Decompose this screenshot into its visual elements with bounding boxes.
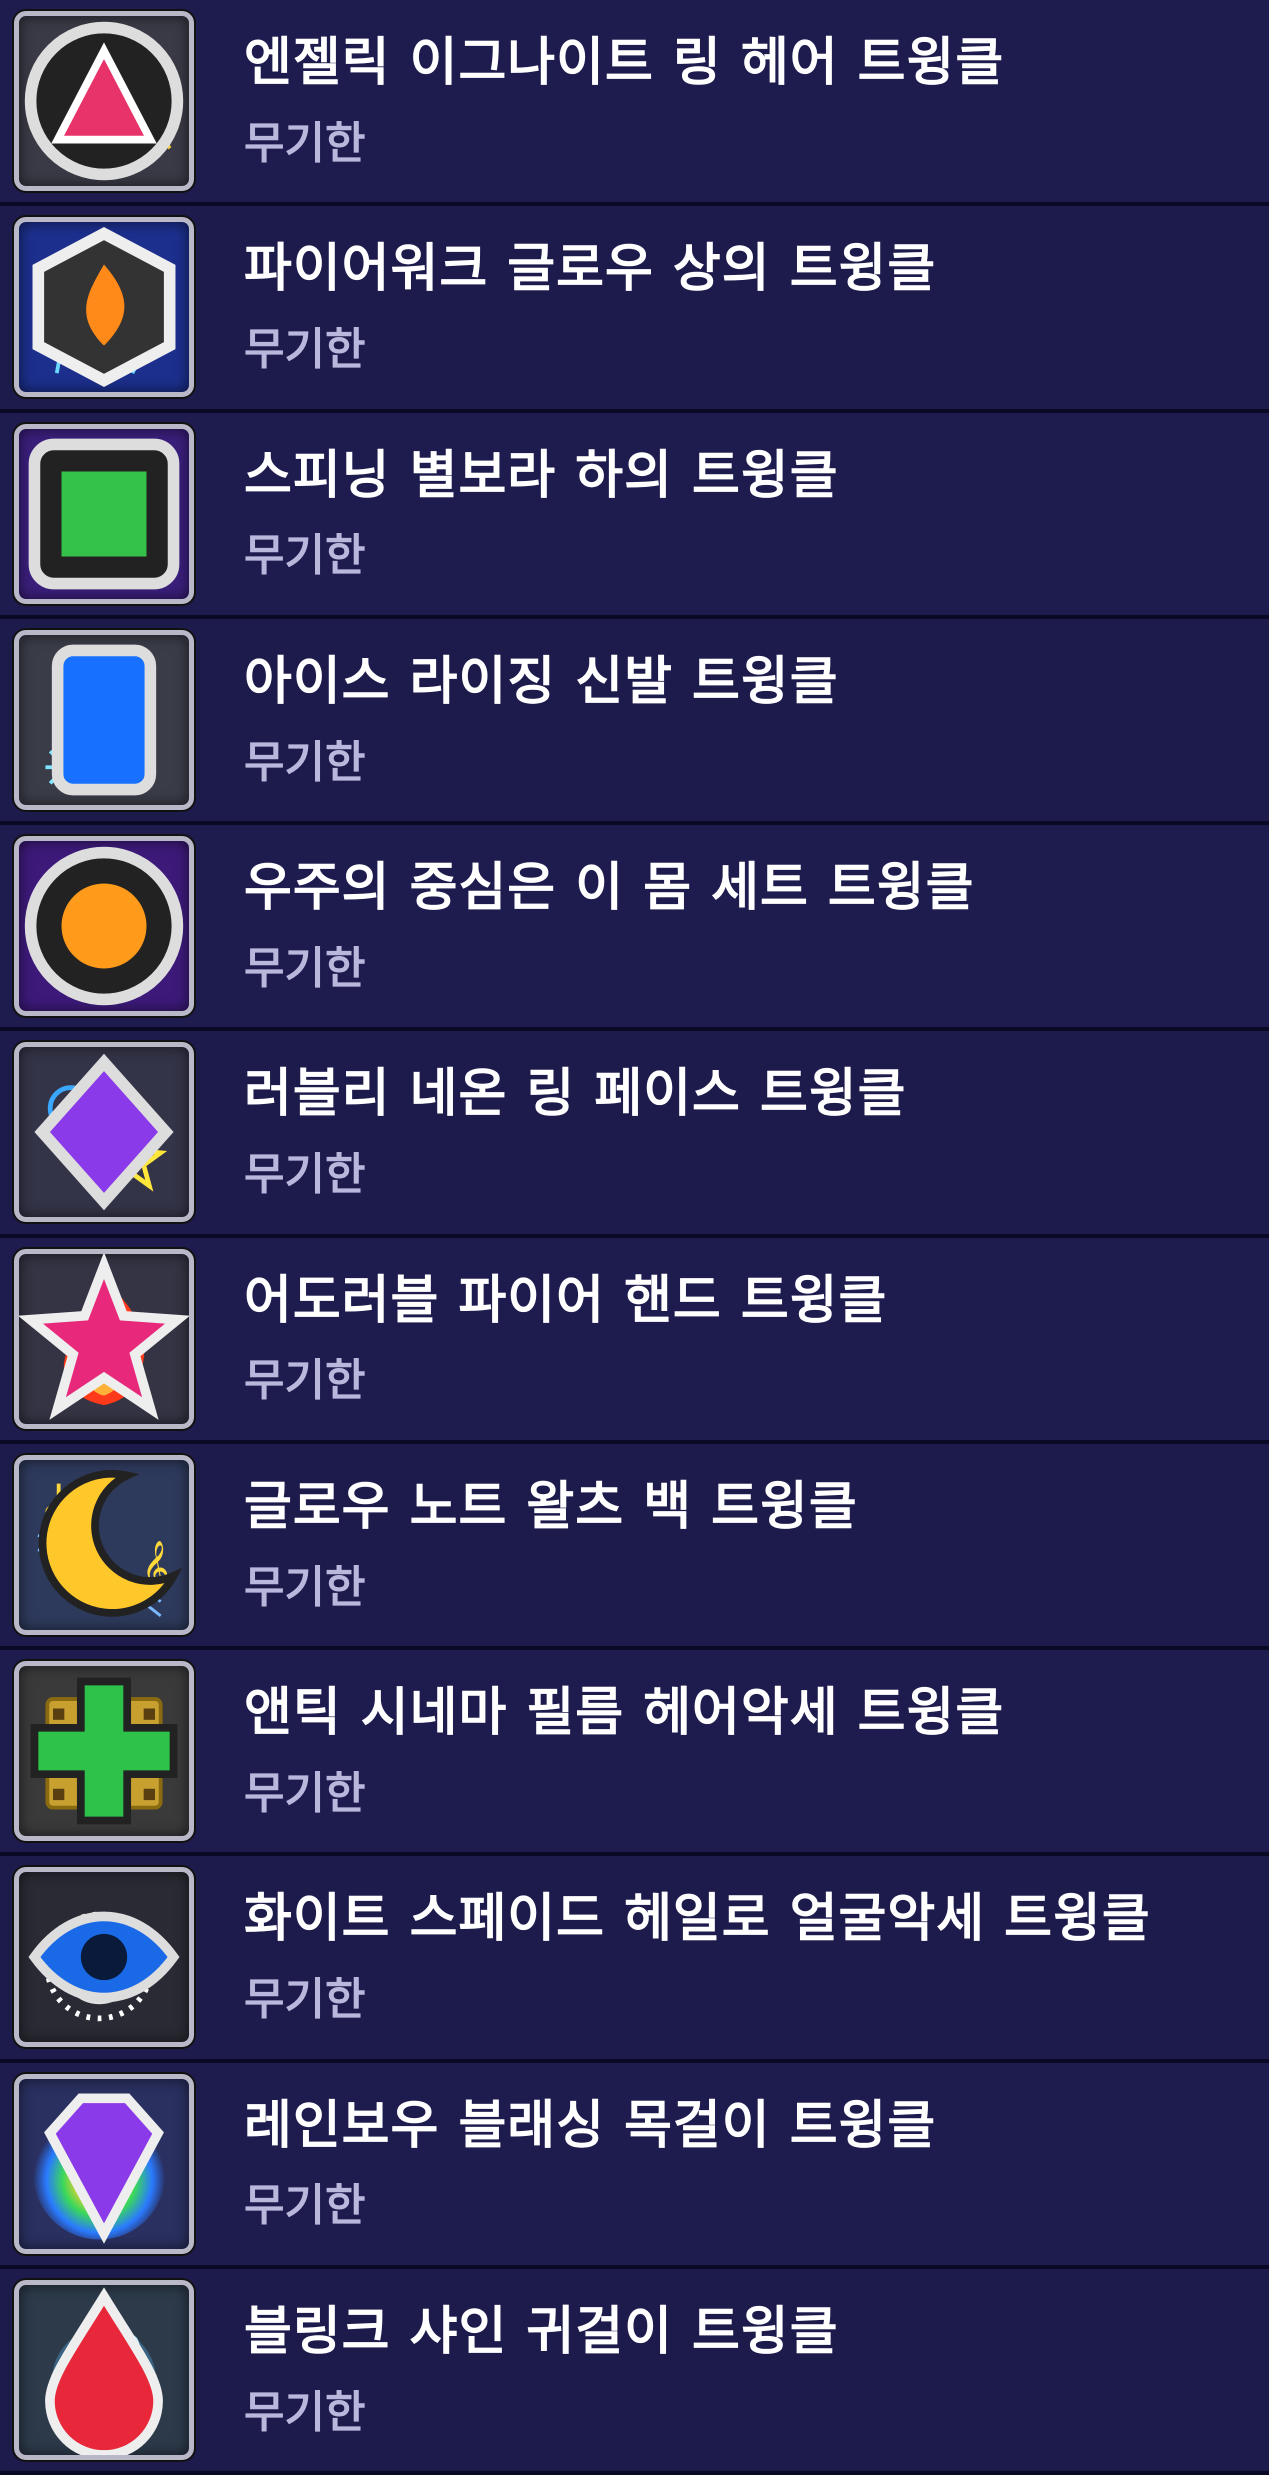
item-duration: 무기한 xyxy=(244,117,366,169)
item-text: 화이트 스페이드 헤일로 얼굴악세 트윙클 무기한 xyxy=(244,1889,1151,2026)
item-text: 스피닝 별보라 하의 트윙클 무기한 xyxy=(244,445,839,582)
item-name: 엔젤릭 이그나이트 링 헤어 트윙클 xyxy=(244,33,1005,94)
blue-firework-icon xyxy=(14,217,194,398)
list-item[interactable]: 스피닝 별보라 하의 트윙클 무기한 xyxy=(0,412,1269,619)
item-text: 아이스 라이징 신발 트윙클 무기한 xyxy=(244,651,839,788)
list-item[interactable]: 레인보우 블래싱 목걸이 트윙클 무기한 xyxy=(0,2062,1269,2269)
white-halo-ring-icon xyxy=(14,1867,194,2048)
list-item[interactable]: 화이트 스페이드 헤일로 얼굴악세 트윙클 무기한 xyxy=(0,1856,1269,2063)
purple-gem-badge-icon xyxy=(44,2093,164,2244)
blue-atom-swirl-icon xyxy=(14,2279,194,2460)
orange-orb-badge-icon xyxy=(24,846,184,1006)
item-text: 앤틱 시네마 필름 헤어악세 트윙클 무기한 xyxy=(244,1683,1005,1819)
item-duration: 무기한 xyxy=(244,1767,366,1819)
item-duration: 무기한 xyxy=(244,324,366,376)
list-item[interactable]: 엔젤릭 이그나이트 링 헤어 트윙클 무기한 xyxy=(0,0,1269,207)
item-duration: 무기한 xyxy=(244,736,366,788)
green-clover-badge-icon xyxy=(30,1677,178,1825)
neon-ring-stars-icon xyxy=(14,1042,194,1223)
green-square-badge-icon xyxy=(28,438,180,589)
item-name: 러블리 네온 링 페이스 트윙클 xyxy=(244,1064,907,1125)
item-name: 블링크 샤인 귀걸이 트윙클 xyxy=(244,2301,839,2362)
list-item[interactable]: 앤틱 시네마 필름 헤어악세 트윙클 무기한 xyxy=(0,1650,1269,1857)
item-duration: 무기한 xyxy=(244,1355,366,1407)
triangle-gem-badge-icon xyxy=(24,21,184,181)
item-name: 아이스 라이징 신발 트윙클 xyxy=(244,651,839,712)
blue-card-badge-icon xyxy=(51,644,157,796)
item-text: 파이어워크 글로우 상의 트윙클 무기한 xyxy=(244,239,937,376)
golden-sparkle-hair-icon xyxy=(14,11,194,192)
item-duration: 무기한 xyxy=(244,530,366,582)
item-name: 우주의 중심은 이 몸 세트 트윙클 xyxy=(244,858,975,919)
crescent-moon-badge-icon xyxy=(38,1469,183,1617)
list-item[interactable]: 𝄞 글로우 노트 왈츠 백 트윙클 무기한 xyxy=(0,1443,1269,1650)
glowing-music-notes-icon: 𝄞 xyxy=(14,1454,194,1635)
galaxy-planet-icon xyxy=(14,836,194,1017)
blue-eye-badge-icon xyxy=(28,1911,180,2003)
list-item[interactable]: 파이어워크 글로우 상의 트윙클 무기한 xyxy=(0,206,1269,413)
item-name: 스피닝 별보라 하의 트윙클 xyxy=(244,445,839,506)
item-duration: 무기한 xyxy=(244,1149,366,1201)
list-item[interactable]: 블링크 샤인 귀걸이 트윙클 무기한 xyxy=(0,2268,1269,2475)
item-name: 화이트 스페이드 헤일로 얼굴악세 트윙클 xyxy=(244,1889,1151,1950)
film-reel-icon xyxy=(14,1661,194,1842)
item-name: 글로우 노트 왈츠 백 트윙클 xyxy=(244,1476,858,1537)
item-name: 어도러블 파이어 핸드 트윙클 xyxy=(244,1270,888,1331)
list-item[interactable]: 어도러블 파이어 핸드 트윙클 무기한 xyxy=(0,1237,1269,1444)
red-drop-badge-icon xyxy=(45,2287,163,2455)
item-text: 러블리 네온 링 페이스 트윙클 무기한 xyxy=(244,1064,907,1201)
pink-star-badge-icon xyxy=(19,1253,189,1420)
item-duration: 무기한 xyxy=(244,2180,366,2232)
item-text: 글로우 노트 왈츠 백 트윙클 무기한 xyxy=(244,1476,858,1613)
item-text: 블링크 샤인 귀걸이 트윙클 무기한 xyxy=(244,2301,839,2438)
list-item[interactable]: 아이스 라이징 신발 트윙클 무기한 xyxy=(0,618,1269,825)
item-name: 레인보우 블래싱 목걸이 트윙클 xyxy=(244,2095,937,2156)
item-duration: 무기한 xyxy=(244,1974,366,2026)
item-text: 어도러블 파이어 핸드 트윙클 무기한 xyxy=(244,1270,888,1407)
purple-diamond-badge-icon xyxy=(34,1054,174,1211)
purple-star-swirl-icon xyxy=(14,423,194,604)
item-name: 파이어워크 글로우 상의 트윙클 xyxy=(244,239,937,300)
item-duration: 무기한 xyxy=(244,1561,366,1613)
item-list: 엔젤릭 이그나이트 링 헤어 트윙클 무기한 파이어워크 글로우 상의 트윙클 … xyxy=(0,0,1269,2475)
item-duration: 무기한 xyxy=(244,2386,366,2438)
list-item[interactable]: 우주의 중심은 이 몸 세트 트윙클 무기한 xyxy=(0,825,1269,1032)
item-name: 앤틱 시네마 필름 헤어악세 트윙클 xyxy=(244,1683,1005,1744)
rainbow-glow-icon xyxy=(14,2073,194,2254)
snowflake-mist-icon xyxy=(14,629,194,810)
hexagon-fire-badge-icon xyxy=(32,227,176,388)
list-item[interactable]: 러블리 네온 링 페이스 트윙클 무기한 xyxy=(0,1031,1269,1238)
item-text: 엔젤릭 이그나이트 링 헤어 트윙클 무기한 xyxy=(244,33,1005,169)
item-duration: 무기한 xyxy=(244,942,366,994)
item-text: 레인보우 블래싱 목걸이 트윙클 무기한 xyxy=(244,2095,937,2232)
fire-flame-icon xyxy=(14,1248,194,1429)
item-text: 우주의 중심은 이 몸 세트 트윙클 무기한 xyxy=(244,858,975,994)
